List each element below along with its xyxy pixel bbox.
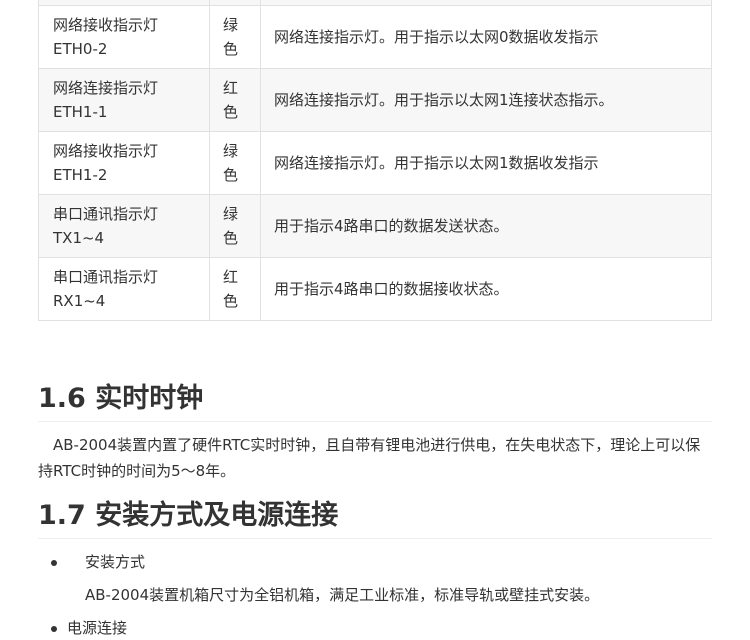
- section-heading-1-7: 1.7 安装方式及电源连接: [38, 497, 712, 539]
- indicator-color-line: 绿: [223, 205, 239, 223]
- indicator-description-cell: 用于指示4路串口的数据接收状态。: [260, 257, 712, 321]
- indicator-color-cell: 红色: [209, 257, 261, 321]
- indicator-name-line: 串口通讯指示灯: [53, 268, 159, 286]
- indicator-table: 网络接收指示灯 ETH0-2 绿色网络连接指示灯。用于指示以太网0数据收发指示 网络连…: [38, 0, 712, 321]
- indicator-color-cell: 绿色: [209, 131, 261, 195]
- indicator-color-line: 色: [223, 292, 239, 310]
- indicator-name-cell: 网络连接指示灯 ETH1-1: [38, 68, 210, 132]
- indicator-name-cell: 网络接收指示灯 ETH1-2: [38, 131, 210, 195]
- indicator-description-cell: 用于指示4路串口的数据发送状态。: [260, 194, 712, 258]
- table-row: 网络接收指示灯 ETH0-2 绿色网络连接指示灯。用于指示以太网0数据收发指示: [38, 5, 712, 69]
- indicator-color-line: 红: [223, 79, 239, 97]
- indicator-name-cell: 网络接收指示灯 ETH0-2: [38, 5, 210, 69]
- indicator-name-cell: 串口通讯指示灯 TX1~4: [38, 194, 210, 258]
- indicator-name-line: RX1~4: [53, 292, 106, 310]
- indicator-name-line: TX1~4: [53, 229, 105, 247]
- indicator-color-cell: 红色: [209, 68, 261, 132]
- document-page: 网络接收指示灯 ETH0-2 绿色网络连接指示灯。用于指示以太网0数据收发指示 网络连…: [0, 0, 750, 640]
- indicator-color-line: 色: [223, 40, 239, 58]
- indicator-name-line: ETH0-2: [53, 40, 108, 58]
- indicator-name-cell: 串口通讯指示灯 RX1~4: [38, 257, 210, 321]
- rtc-paragraph: AB-2004装置内置了硬件RTC实时时钟，且自带有锂电池进行供电，在失电状态下…: [38, 432, 712, 484]
- indicator-color-line: 绿: [223, 142, 239, 160]
- table-row: 网络接收指示灯 ETH1-2 绿色网络连接指示灯。用于指示以太网1数据收发指示: [38, 131, 712, 195]
- table-row: 串口通讯指示灯 RX1~4 红色用于指示4路串口的数据接收状态。: [38, 257, 712, 321]
- install-description: AB-2004装置机箱尺寸为全铝机箱，满足工业标准，标准导轨或壁挂式安装。: [85, 586, 600, 604]
- indicator-description-cell: 网络连接指示灯。用于指示以太网0数据收发指示: [260, 5, 712, 69]
- indicator-color-line: 红: [223, 268, 239, 286]
- indicator-name-line: ETH1-2: [53, 166, 108, 184]
- indicator-color-cell: 绿色: [209, 5, 261, 69]
- indicator-name-line: 网络连接指示灯: [53, 79, 159, 97]
- indicator-description-cell: 网络连接指示灯。用于指示以太网1连接状态指示。: [260, 68, 712, 132]
- bullet-dot-icon: [51, 626, 57, 632]
- indicator-name-line: 串口通讯指示灯: [53, 205, 159, 223]
- section-heading-1-6: 1.6 实时时钟: [38, 380, 712, 422]
- indicator-name-line: 网络接收指示灯: [53, 16, 159, 34]
- table-row: 网络连接指示灯 ETH1-1 红色网络连接指示灯。用于指示以太网1连接状态指示。: [38, 68, 712, 132]
- indicator-color-cell: 绿色: [209, 194, 261, 258]
- table-row: 串口通讯指示灯 TX1~4 绿色用于指示4路串口的数据发送状态。: [38, 194, 712, 258]
- indicator-color-line: 色: [223, 103, 239, 121]
- indicator-name-line: ETH1-1: [53, 103, 108, 121]
- indicator-color-line: 色: [223, 229, 239, 247]
- indicator-color-line: 色: [223, 166, 239, 184]
- indicator-color-line: 绿: [223, 16, 239, 34]
- list-item-label: 电源连接: [67, 619, 128, 637]
- bullet-dot-icon: [51, 560, 57, 566]
- rtc-paragraph-text: AB-2004装置内置了硬件RTC实时时钟，且自带有锂电池进行供电，在失电状态下…: [38, 436, 701, 480]
- indicator-description-cell: 网络连接指示灯。用于指示以太网1数据收发指示: [260, 131, 712, 195]
- indicator-name-line: 网络接收指示灯: [53, 142, 159, 160]
- list-item-label: 安装方式: [85, 553, 146, 571]
